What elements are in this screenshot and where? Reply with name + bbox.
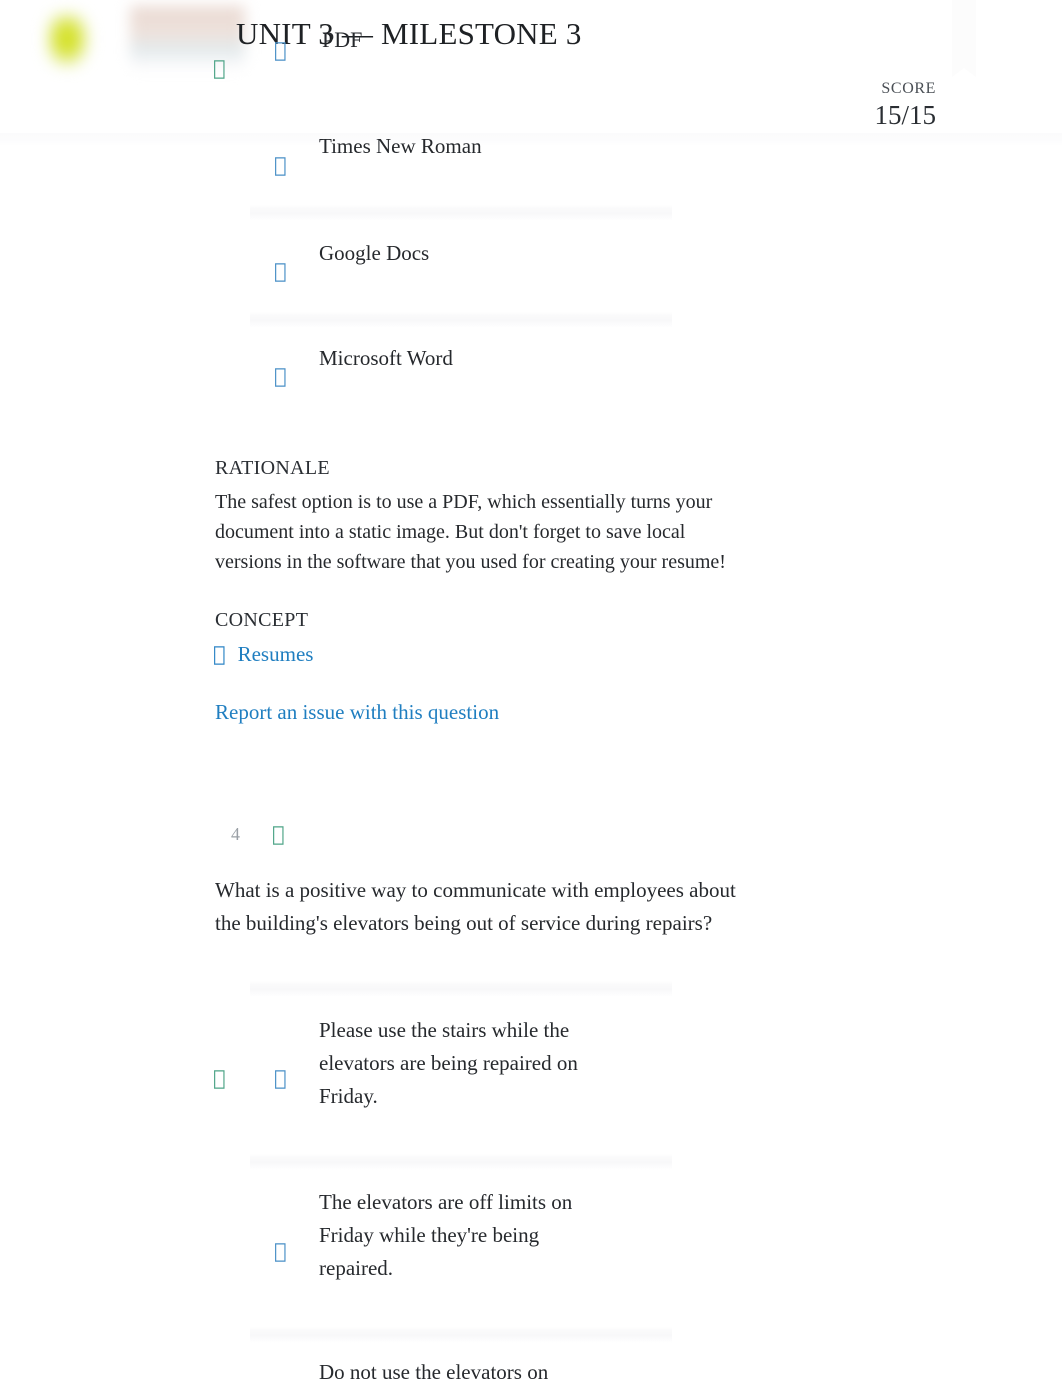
score-value: 15/15: [874, 100, 936, 130]
logo-mark-icon: [46, 12, 90, 68]
option-line: repaired.: [319, 1256, 394, 1280]
sophia-logo[interactable]: [30, 4, 245, 76]
rationale-line: The safest option is to use a PDF, which…: [215, 491, 713, 513]
document-icon: : [213, 643, 226, 665]
option-divider: [250, 312, 672, 328]
bookmark-icon[interactable]: [952, 0, 976, 77]
concept-link-row[interactable]:  Resumes: [213, 639, 313, 669]
report-issue-link[interactable]: Report an issue with this question: [215, 697, 499, 727]
option-line: The elevators are off limits on: [319, 1190, 573, 1214]
option-divider: [250, 1327, 672, 1343]
option-label[interactable]: The elevators are off limits on Friday w…: [319, 1186, 619, 1285]
option-label[interactable]: Times New Roman: [319, 130, 749, 163]
option-line: elevators are being repaired on: [319, 1051, 578, 1075]
rationale-text: The safest option is to use a PDF, which…: [215, 487, 775, 577]
question-line: What is a positive way to communicate wi…: [215, 878, 736, 902]
option-label[interactable]: Google Docs: [319, 237, 749, 270]
option-label[interactable]: Do not use the elevators on: [319, 1356, 619, 1389]
option-line: Friday.: [319, 1084, 378, 1108]
rationale-heading: RATIONALE: [215, 457, 330, 479]
score-display: SCORE 15/15: [874, 79, 936, 132]
logo-wordmark: [130, 6, 245, 72]
option-label-pdf: PDF: [322, 27, 363, 52]
quiz-results-page: UNIT 3 — MILESTONE 3 PDF   SCORE 15/15…: [0, 0, 1062, 1384]
radio-button-icon[interactable]: : [274, 1241, 287, 1262]
radio-button-icon[interactable]: : [274, 366, 287, 387]
correct-answer-check-icon: : [272, 824, 285, 845]
correct-answer-check-icon: : [213, 1068, 226, 1089]
option-label[interactable]: Please use the stairs while the elevator…: [319, 1014, 619, 1113]
page-header: UNIT 3 — MILESTONE 3 PDF   SCORE 15/15: [0, 0, 1062, 133]
radio-button-icon[interactable]: : [274, 155, 287, 176]
rationale-line: document into a static image. But don't …: [215, 521, 686, 543]
option-line: Please use the stairs while the: [319, 1018, 570, 1042]
option-divider: [250, 205, 672, 221]
radio-button-icon[interactable]: : [274, 261, 287, 282]
question-line: the building's elevators being out of se…: [215, 911, 713, 935]
question-text: What is a positive way to communicate wi…: [215, 874, 785, 940]
radio-button-icon[interactable]: : [274, 1068, 287, 1089]
option-line: Friday while they're being: [319, 1223, 540, 1247]
correct-answer-check-icon: : [213, 58, 226, 79]
question-number: 4: [231, 824, 240, 844]
option-divider: [250, 1154, 672, 1170]
radio-button-icon[interactable]: : [274, 40, 287, 61]
rationale-line: versions in the software that you used f…: [215, 551, 726, 573]
score-label: SCORE: [881, 80, 936, 97]
page-title: UNIT 3 — MILESTONE 3: [236, 16, 582, 51]
option-divider: [250, 981, 672, 997]
concept-heading: CONCEPT: [215, 609, 309, 631]
option-label[interactable]: Microsoft Word: [319, 342, 749, 375]
concept-link-label[interactable]: Resumes: [238, 639, 314, 669]
